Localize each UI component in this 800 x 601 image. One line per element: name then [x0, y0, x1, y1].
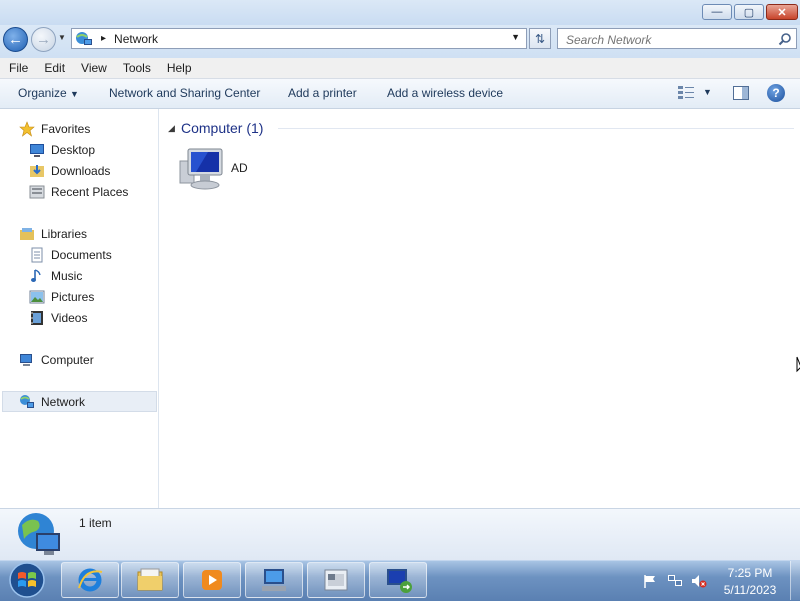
close-button[interactable]: ✕ — [766, 4, 798, 20]
menu-tools[interactable]: Tools — [114, 61, 158, 75]
clock-date[interactable]: 5/11/2023 — [716, 583, 784, 597]
organize-label: Organize — [18, 86, 67, 100]
group-header[interactable]: Computer (1) — [181, 120, 263, 136]
nav-downloads-label: Downloads — [51, 163, 111, 178]
organize-dropdown-icon: ▼ — [70, 89, 79, 99]
computer-item-label[interactable]: AD — [231, 161, 248, 175]
maximize-button[interactable]: ▢ — [734, 4, 764, 20]
nav-favorites-label: Favorites — [41, 121, 91, 136]
recent-pages-dropdown-icon[interactable]: ▼ — [58, 33, 68, 45]
views-dropdown-icon[interactable]: ▼ — [703, 87, 712, 97]
network-icon — [20, 394, 34, 408]
organize-button[interactable]: Organize ▼ — [18, 79, 79, 108]
nav-music[interactable]: Music — [29, 265, 82, 286]
taskbar-remote-desktop[interactable] — [307, 562, 365, 598]
nav-documents[interactable]: Documents — [29, 244, 112, 265]
volume-muted-icon[interactable] — [691, 574, 707, 588]
menu-file[interactable]: File — [0, 61, 35, 75]
network-computer-icon — [262, 569, 286, 591]
clock-time[interactable]: 7:25 PM — [716, 566, 784, 580]
nav-documents-label: Documents — [51, 247, 112, 262]
taskbar-network-computer[interactable] — [245, 562, 303, 598]
desktop-icon — [30, 143, 44, 157]
forward-button[interactable]: → — [31, 27, 56, 52]
nav-computer-label: Computer — [41, 352, 94, 367]
nav-recent-places[interactable]: Recent Places — [29, 181, 128, 202]
computer-icon[interactable] — [178, 145, 226, 191]
menu-edit[interactable]: Edit — [35, 61, 72, 75]
back-button[interactable]: ← — [3, 27, 28, 52]
search-input[interactable] — [564, 30, 773, 49]
videos-icon — [31, 310, 43, 325]
add-printer-button[interactable]: Add a printer — [288, 79, 357, 108]
nav-videos[interactable]: Videos — [29, 307, 87, 328]
nav-computer[interactable]: Computer — [19, 349, 94, 370]
network-icon — [76, 31, 92, 45]
computer-icon — [20, 353, 32, 366]
show-desktop-button[interactable] — [790, 561, 800, 600]
start-button[interactable] — [7, 561, 47, 599]
taskbar-media-player[interactable] — [183, 562, 241, 598]
address-bar[interactable]: ▸ Network ▼ — [71, 28, 527, 49]
minimize-button[interactable]: — — [702, 4, 732, 20]
music-icon — [31, 268, 41, 282]
search-icon[interactable] — [778, 32, 792, 46]
group-collapse-icon[interactable]: ◢ — [168, 123, 175, 134]
preview-pane-icon[interactable] — [733, 86, 749, 100]
nav-downloads[interactable]: Downloads — [29, 160, 110, 181]
taskbar-windows-explorer[interactable] — [121, 562, 179, 598]
network-icon — [18, 513, 60, 555]
documents-icon — [31, 247, 43, 262]
address-dropdown-icon[interactable]: ▼ — [511, 32, 520, 42]
nav-recent-places-label: Recent Places — [51, 184, 129, 199]
file-list — [160, 109, 800, 508]
recent-places-icon — [29, 185, 45, 198]
network-connection-icon — [387, 569, 412, 593]
nav-favorites[interactable]: Favorites — [19, 118, 90, 139]
nav-libraries[interactable]: Libraries — [19, 223, 87, 244]
nav-network-label: Network — [41, 394, 86, 409]
nav-pictures[interactable]: Pictures — [29, 286, 94, 307]
star-icon — [19, 120, 35, 137]
refresh-button[interactable]: ⇅ — [529, 28, 551, 49]
remote-desktop-icon — [324, 569, 348, 591]
libraries-icon — [20, 227, 34, 240]
help-icon[interactable]: ? — [767, 84, 785, 102]
breadcrumb-network[interactable]: Network — [114, 32, 158, 46]
add-wireless-device-button[interactable]: Add a wireless device — [387, 79, 503, 108]
windows-explorer-icon — [137, 568, 163, 591]
menu-bar: File Edit View Tools Help — [0, 58, 800, 79]
nav-libraries-label: Libraries — [41, 226, 88, 241]
title-bar — [0, 0, 800, 25]
item-count: 1 item — [79, 516, 112, 530]
menu-view[interactable]: View — [72, 61, 114, 75]
breadcrumb-separator[interactable]: ▸ — [101, 33, 106, 44]
nav-desktop[interactable]: Desktop — [29, 139, 95, 160]
nav-network[interactable]: Network — [19, 391, 85, 412]
menu-help[interactable]: Help — [158, 61, 199, 75]
action-center-flag-icon[interactable] — [643, 574, 657, 588]
media-player-icon — [202, 570, 222, 590]
nav-pictures-label: Pictures — [51, 289, 95, 304]
search-box[interactable] — [557, 28, 797, 49]
taskbar-network-connection[interactable] — [369, 562, 427, 598]
nav-desktop-label: Desktop — [51, 142, 96, 157]
nav-videos-label: Videos — [51, 310, 88, 325]
group-divider — [278, 128, 794, 129]
mouse-cursor-icon — [796, 356, 800, 373]
network-sharing-center-button[interactable]: Network and Sharing Center — [109, 79, 260, 108]
downloads-icon — [30, 164, 44, 177]
nav-music-label: Music — [51, 268, 83, 283]
change-view-icon[interactable] — [678, 86, 694, 100]
taskbar-internet-explorer[interactable] — [61, 562, 119, 598]
network-status-icon[interactable] — [667, 574, 683, 588]
internet-explorer-icon — [78, 568, 103, 592]
pictures-icon — [29, 290, 45, 303]
details-pane — [0, 508, 800, 561]
